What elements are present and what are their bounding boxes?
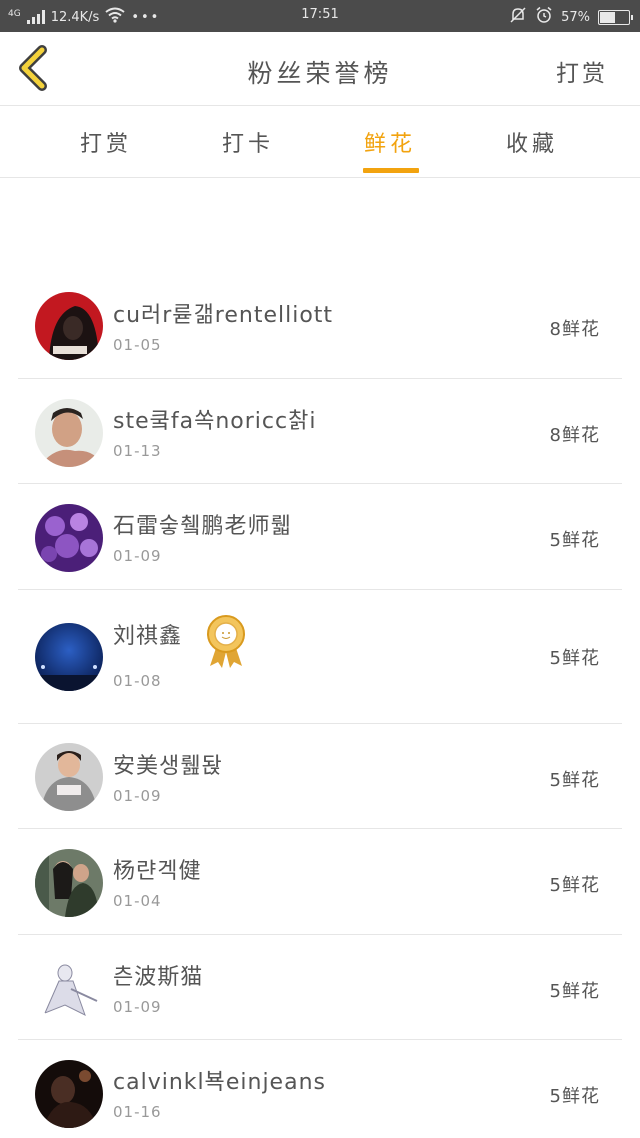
avatar bbox=[35, 743, 103, 811]
tab-reward[interactable]: 打赏 bbox=[46, 126, 166, 158]
fan-date: 01-09 bbox=[113, 547, 162, 565]
fan-name: 安美생뤮돥 bbox=[113, 754, 223, 779]
flower-count: 5鲜花 bbox=[549, 981, 600, 1002]
tab-label: 打赏 bbox=[79, 132, 132, 157]
fan-name: calvinkl뵥einjeans bbox=[113, 1070, 326, 1095]
flower-count: 5鲜花 bbox=[549, 530, 600, 551]
avatar bbox=[35, 849, 103, 917]
flower-count: 5鲜花 bbox=[549, 1086, 600, 1107]
tab-label: 鲜花 bbox=[363, 132, 416, 157]
fan-date: 01-04 bbox=[113, 892, 162, 910]
battery-percent: 57% bbox=[561, 9, 590, 25]
flower-count: 8鲜花 bbox=[549, 425, 600, 446]
tab-favorites[interactable]: 收藏 bbox=[472, 126, 592, 158]
flower-count: 8鲜花 bbox=[549, 319, 600, 340]
fan-row[interactable]: 安美생뤮돥 01-09 5鲜花 bbox=[18, 724, 622, 829]
alarm-icon bbox=[535, 6, 553, 28]
fan-date: 01-09 bbox=[113, 787, 162, 805]
fan-row[interactable]: cu러r륟갦rentelliott 01-05 8鲜花 bbox=[18, 273, 622, 379]
avatar bbox=[35, 504, 103, 572]
avatar bbox=[35, 623, 103, 691]
status-bar: 4G 12.4K/s ••• 17:51 57% bbox=[0, 0, 640, 32]
avatar bbox=[35, 399, 103, 467]
fan-row[interactable]: ste쿸fa쏙noricc찱i 01-13 8鲜花 bbox=[18, 379, 622, 484]
fan-date: 01-05 bbox=[113, 336, 162, 354]
status-right: 57% bbox=[509, 6, 633, 28]
flower-count: 5鲜花 bbox=[549, 770, 600, 791]
tab-active-indicator bbox=[363, 168, 419, 173]
fan-row[interactable]: 刘祺鑫 01-08 5鲜花 bbox=[18, 590, 622, 724]
fan-date: 01-09 bbox=[113, 998, 162, 1016]
header: 粉丝荣誉榜 打赏 bbox=[0, 32, 640, 106]
fan-date: 01-13 bbox=[113, 442, 162, 460]
avatar bbox=[35, 292, 103, 360]
fan-name: ste쿸fa쏙noricc찱i bbox=[113, 409, 317, 434]
fan-name: 石雷숳췤鹏老师뤫 bbox=[113, 514, 292, 539]
page-title: 粉丝荣誉榜 bbox=[247, 59, 393, 88]
battery-icon bbox=[598, 9, 633, 25]
fan-name: 杨랸겍健 bbox=[113, 859, 202, 884]
fan-row[interactable]: 杨랸겍健 01-04 5鲜花 bbox=[18, 829, 622, 935]
tab-bar: 打赏 打卡 鲜花 收藏 bbox=[0, 106, 640, 178]
flower-count: 5鲜花 bbox=[549, 875, 600, 896]
avatar bbox=[35, 955, 103, 1023]
fan-row[interactable]: 石雷숳췤鹏老师뤫 01-09 5鲜花 bbox=[18, 484, 622, 590]
flower-count: 5鲜花 bbox=[549, 648, 600, 669]
mute-bell-icon bbox=[509, 6, 527, 28]
fan-date: 01-08 bbox=[113, 672, 162, 690]
fan-row[interactable]: 츤波斯猫 01-09 5鲜花 bbox=[18, 935, 622, 1040]
fan-row[interactable]: calvinkl뵥einjeans 01-16 5鲜花 bbox=[18, 1040, 622, 1138]
fan-name: cu러r륟갦rentelliott bbox=[113, 303, 334, 328]
reward-button[interactable]: 打赏 bbox=[556, 54, 608, 88]
avatar bbox=[35, 1060, 103, 1128]
battery-fill bbox=[600, 11, 616, 23]
fan-name: 츤波斯猫 bbox=[113, 965, 204, 990]
tab-flowers[interactable]: 鲜花 bbox=[330, 126, 450, 173]
fan-list: cu러r륟갦rentelliott 01-05 8鲜花 ste쿸fa쏙noric… bbox=[18, 273, 622, 1138]
fan-date: 01-16 bbox=[113, 1103, 162, 1121]
gold-medal-icon bbox=[204, 614, 248, 672]
fan-name: 刘祺鑫 bbox=[113, 624, 183, 649]
tab-label: 打卡 bbox=[221, 132, 274, 157]
tab-label: 收藏 bbox=[505, 132, 558, 157]
tab-checkin[interactable]: 打卡 bbox=[188, 126, 308, 158]
